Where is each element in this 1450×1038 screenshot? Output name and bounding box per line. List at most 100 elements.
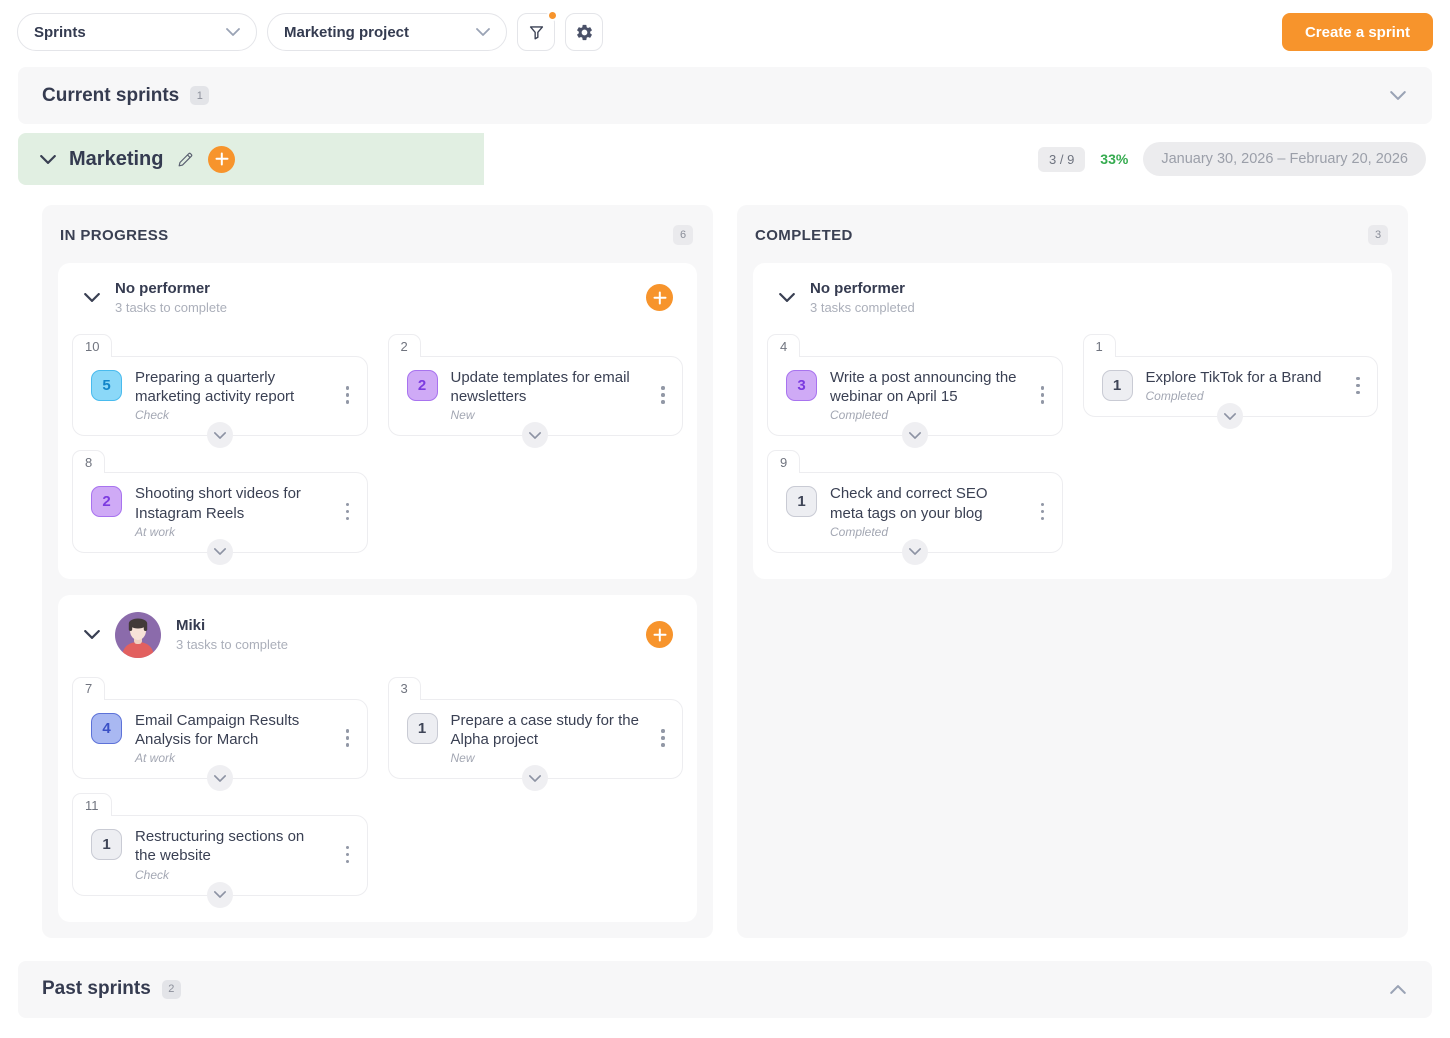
task-wrapper: 3 1 Prepare a case study for the Alpha p… (388, 677, 684, 779)
story-points-badge: 1 (1102, 370, 1133, 401)
expand-task-button[interactable] (522, 422, 548, 448)
task-id-tab: 1 (1083, 334, 1116, 357)
column-count-badge: 6 (673, 225, 693, 245)
column-count-badge: 3 (1368, 225, 1388, 245)
task-menu-icon[interactable] (1034, 499, 1052, 525)
chevron-down-icon (1224, 413, 1236, 420)
past-sprints-count-badge: 2 (162, 980, 181, 999)
task-menu-icon[interactable] (339, 382, 357, 408)
expand-task-button[interactable] (902, 539, 928, 565)
task-id-tab: 4 (767, 334, 800, 357)
chevron-up-icon[interactable] (1390, 985, 1406, 994)
expand-task-button[interactable] (207, 422, 233, 448)
edit-pencil-icon[interactable] (176, 150, 195, 169)
collapse-sprint-chevron-icon[interactable] (40, 155, 56, 164)
expand-task-button[interactable] (902, 422, 928, 448)
task-card[interactable]: 5 Preparing a quarterly marketing activi… (72, 356, 368, 436)
task-id-tab: 2 (388, 334, 421, 357)
task-card[interactable]: 2 Shooting short videos for Instagram Re… (72, 472, 368, 552)
task-card[interactable]: 1 Check and correct SEO meta tags on you… (767, 472, 1063, 552)
collapse-group-chevron-icon[interactable] (84, 630, 100, 639)
sprint-name: Marketing (69, 148, 163, 171)
expand-task-button[interactable] (207, 765, 233, 791)
task-title: Prepare a case study for the Alpha proje… (451, 711, 642, 749)
task-card[interactable]: 4 Email Campaign Results Analysis for Ma… (72, 699, 368, 779)
past-sprints-section-header[interactable]: Past sprints 2 (18, 961, 1432, 1018)
group-name: No performer (115, 280, 227, 297)
chevron-down-icon[interactable] (1390, 91, 1406, 100)
current-sprints-title: Current sprints (42, 85, 179, 107)
filter-button[interactable] (517, 13, 555, 51)
sprint-date-range: January 30, 2026 – February 20, 2026 (1143, 142, 1426, 176)
task-menu-icon[interactable] (654, 382, 672, 408)
sprint-progress-fraction: 3 / 9 (1038, 147, 1085, 172)
task-menu-icon[interactable] (1349, 373, 1367, 399)
chevron-down-icon (476, 28, 490, 36)
add-task-button[interactable] (646, 621, 673, 648)
task-menu-icon[interactable] (339, 725, 357, 751)
task-menu-icon[interactable] (339, 499, 357, 525)
chevron-down-icon (909, 432, 921, 439)
add-task-button[interactable] (208, 146, 235, 173)
task-card[interactable]: 1 Prepare a case study for the Alpha pro… (388, 699, 684, 779)
chevron-down-icon (909, 548, 921, 555)
expand-task-button[interactable] (207, 539, 233, 565)
task-menu-icon[interactable] (654, 725, 672, 751)
group-subtitle: 3 tasks to complete (176, 637, 288, 652)
create-sprint-button[interactable]: Create a sprint (1282, 13, 1433, 51)
story-points-badge: 1 (407, 713, 438, 744)
project-select[interactable]: Marketing project (267, 13, 507, 51)
task-wrapper: 7 4 Email Campaign Results Analysis for … (72, 677, 368, 779)
column-in-progress: IN PROGRESS 6 No performer 3 tasks to co… (42, 205, 713, 938)
task-card[interactable]: 1 Restructuring sections on the website … (72, 815, 368, 895)
task-wrapper: 9 1 Check and correct SEO meta tags on y… (767, 450, 1063, 552)
funnel-icon (527, 23, 546, 42)
task-title: Write a post announcing the webinar on A… (830, 368, 1021, 406)
sprint-stats: 3 / 9 33% January 30, 2026 – February 20… (1038, 142, 1432, 176)
view-select[interactable]: Sprints (17, 13, 257, 51)
chevron-down-icon (214, 891, 226, 898)
column-completed: COMPLETED 3 No performer 3 tasks complet… (737, 205, 1408, 938)
settings-button[interactable] (565, 13, 603, 51)
task-title: Check and correct SEO meta tags on your … (830, 484, 1021, 522)
task-card[interactable]: 2 Update templates for email newsletters… (388, 356, 684, 436)
group-subtitle: 3 tasks to complete (115, 300, 227, 315)
collapse-group-chevron-icon[interactable] (779, 293, 795, 302)
task-status: Completed (830, 408, 1021, 422)
expand-task-button[interactable] (522, 765, 548, 791)
current-sprints-section-header[interactable]: Current sprints 1 (18, 67, 1432, 124)
task-card[interactable]: 1 Explore TikTok for a Brand Completed (1083, 356, 1379, 417)
task-id-tab: 9 (767, 450, 800, 473)
task-wrapper: 1 1 Explore TikTok for a Brand Completed (1083, 334, 1379, 417)
group-subtitle: 3 tasks completed (810, 300, 915, 315)
task-title: Update templates for email newsletters (451, 368, 642, 406)
task-wrapper: 4 3 Write a post announcing the webinar … (767, 334, 1063, 436)
chevron-down-icon (214, 548, 226, 555)
task-status: New (451, 751, 642, 765)
task-id-tab: 11 (72, 793, 112, 816)
story-points-badge: 4 (91, 713, 122, 744)
task-card[interactable]: 3 Write a post announcing the webinar on… (767, 356, 1063, 436)
chevron-down-icon (214, 432, 226, 439)
column-header: IN PROGRESS 6 (58, 217, 697, 253)
story-points-badge: 1 (786, 486, 817, 517)
expand-task-button[interactable] (1217, 403, 1243, 429)
expand-task-button[interactable] (207, 882, 233, 908)
task-id-tab: 7 (72, 677, 105, 700)
add-task-button[interactable] (646, 284, 673, 311)
collapse-group-chevron-icon[interactable] (84, 293, 100, 302)
filter-notification-dot (547, 10, 558, 21)
current-sprints-count-badge: 1 (190, 86, 209, 105)
task-id-tab: 10 (72, 334, 112, 357)
gear-icon (575, 23, 594, 42)
task-title: Preparing a quarterly marketing activity… (135, 368, 326, 406)
task-title: Email Campaign Results Analysis for Marc… (135, 711, 326, 749)
task-wrapper: 11 1 Restructuring sections on the websi… (72, 793, 368, 895)
top-toolbar: Sprints Marketing project Create a sprin… (0, 0, 1450, 63)
task-menu-icon[interactable] (1034, 382, 1052, 408)
sprint-header: Marketing 3 / 9 33% January 30, 2026 – F… (18, 133, 1432, 185)
project-select-value: Marketing project (284, 24, 409, 41)
story-points-badge: 1 (91, 829, 122, 860)
task-menu-icon[interactable] (339, 842, 357, 868)
task-title: Explore TikTok for a Brand (1146, 368, 1337, 387)
